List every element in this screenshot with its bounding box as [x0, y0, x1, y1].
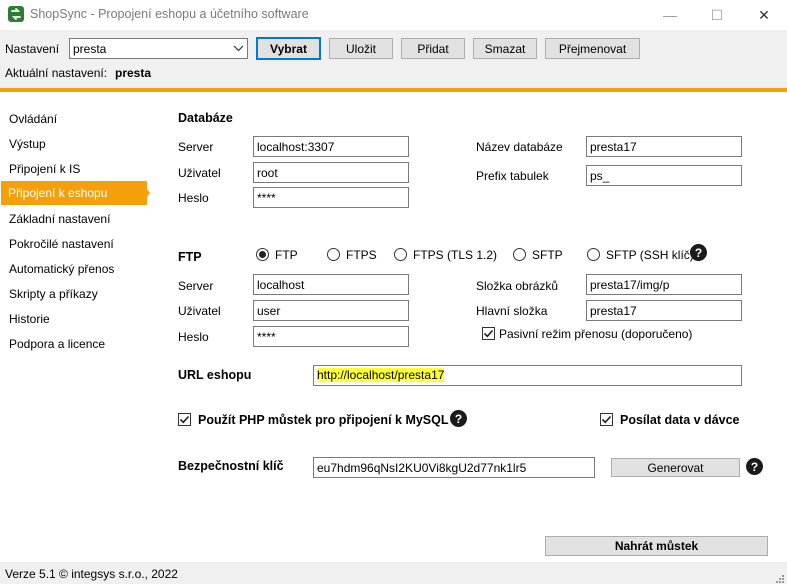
security-key-input[interactable]: eu7hdm96qNsI2KU0Vi8kgU2d77nk1lr5 [313, 457, 595, 478]
sidebar-item-ovladani[interactable]: Ovládání [9, 108, 149, 130]
sidebar-item-historie[interactable]: Historie [9, 308, 149, 330]
ftp-main-input[interactable]: presta17 [586, 300, 742, 321]
help-icon[interactable]: ? [690, 244, 707, 261]
db-password-label: Heslo [178, 191, 209, 205]
config-select[interactable]: presta [69, 38, 248, 59]
generate-button[interactable]: Generovat [611, 458, 740, 477]
upload-bridge-button[interactable]: Nahrát můstek [545, 536, 768, 556]
ftp-server-input[interactable]: localhost [253, 274, 409, 295]
sidebar-item-podpora[interactable]: Podpora a licence [9, 333, 149, 355]
ftp-radio-label: FTP [275, 248, 298, 262]
window-title: ShopSync - Propojení eshopu a účetního s… [30, 7, 309, 21]
url-input[interactable]: http://localhost/presta17 [313, 365, 742, 386]
app-logo-icon [8, 6, 24, 22]
sftp-radio-label: SFTP [532, 248, 563, 262]
ftp-server-label: Server [178, 279, 214, 293]
sftp-ssh-radio-label: SFTP (SSH klíč) [606, 248, 694, 262]
sidebar-item-skripty[interactable]: Skripty a příkazy [9, 283, 149, 305]
db-password-input[interactable]: **** [253, 187, 409, 208]
config-label: Nastavení [5, 42, 60, 56]
resize-grip-icon[interactable] [776, 573, 785, 584]
minimize-button[interactable]: — [647, 0, 693, 30]
ftp-password-label: Heslo [178, 330, 209, 344]
db-server-label: Server [178, 140, 214, 154]
ftps-tls-radio-label: FTPS (TLS 1.2) [413, 248, 498, 262]
help-icon[interactable]: ? [746, 458, 763, 475]
save-button[interactable]: Uložit [329, 38, 393, 59]
current-config-label: Aktuální nastavení: [5, 66, 108, 80]
ftp-radio[interactable] [256, 248, 269, 261]
passive-mode-label: Pasivní režim přenosu (doporučeno) [499, 327, 693, 341]
security-key-label: Bezpečnostní klíč [178, 459, 284, 473]
sftp-radio[interactable] [513, 248, 526, 261]
db-name-label: Název databáze [476, 140, 563, 154]
select-button[interactable]: Vybrat [256, 37, 321, 60]
ftp-user-label: Uživatel [178, 304, 221, 318]
sidebar-item-automaticky[interactable]: Automatický přenos [9, 258, 149, 280]
current-config-value: presta [115, 66, 152, 80]
db-prefix-input[interactable]: ps_ [586, 165, 742, 186]
batch-checkbox[interactable] [600, 413, 613, 426]
ftps-radio[interactable] [327, 248, 340, 261]
db-prefix-label: Prefix tabulek [476, 169, 549, 183]
close-button[interactable]: ✕ [741, 0, 787, 30]
config-select-value: presta [73, 42, 107, 56]
status-text: Verze 5.1 © integsys s.r.o., 2022 [5, 567, 178, 581]
sftp-ssh-radio[interactable] [587, 248, 600, 261]
ftps-tls-radio[interactable] [394, 248, 407, 261]
db-user-input[interactable]: root [253, 162, 409, 183]
batch-label: Posílat data v dávce [620, 413, 740, 427]
help-icon[interactable]: ? [450, 410, 467, 427]
chevron-down-icon [233, 41, 244, 58]
db-server-input[interactable]: localhost:3307 [253, 136, 409, 157]
db-user-label: Uživatel [178, 166, 221, 180]
url-value: http://localhost/presta17 [317, 368, 445, 382]
ftp-user-input[interactable]: user [253, 300, 409, 321]
sidebar-item-pripojeni-is[interactable]: Připojení k IS [9, 158, 149, 180]
sidebar-item-pokrocile[interactable]: Pokročilé nastavení [9, 233, 149, 255]
sidebar-item-zakladni[interactable]: Základní nastavení [9, 208, 149, 230]
ftp-heading: FTP [178, 250, 202, 264]
sidebar-item-label: Připojení k eshopu [8, 186, 108, 200]
radio-selected-dot [259, 251, 266, 258]
ftp-images-input[interactable]: presta17/img/p [586, 274, 742, 295]
ftp-images-label: Složka obrázků [476, 279, 559, 293]
rename-button[interactable]: Přejmenovat [545, 38, 640, 59]
delete-button[interactable]: Smazat [473, 38, 537, 59]
ftps-radio-label: FTPS [346, 248, 377, 262]
add-button[interactable]: Přidat [401, 38, 465, 59]
php-bridge-checkbox[interactable] [178, 413, 191, 426]
active-indicator [141, 181, 150, 205]
url-label: URL eshopu [178, 368, 252, 382]
database-heading: Databáze [178, 111, 233, 125]
db-name-input[interactable]: presta17 [586, 136, 742, 157]
ftp-main-label: Hlavní složka [476, 304, 548, 318]
accent-divider [0, 88, 787, 92]
ftp-password-input[interactable]: **** [253, 326, 409, 347]
title-bar: ShopSync - Propojení eshopu a účetního s… [0, 0, 787, 30]
sidebar-item-vystup[interactable]: Výstup [9, 133, 149, 155]
maximize-button[interactable]: ☐ [694, 0, 740, 30]
passive-mode-checkbox[interactable] [482, 327, 495, 340]
php-bridge-label: Použít PHP můstek pro připojení k MySQL [198, 413, 449, 427]
